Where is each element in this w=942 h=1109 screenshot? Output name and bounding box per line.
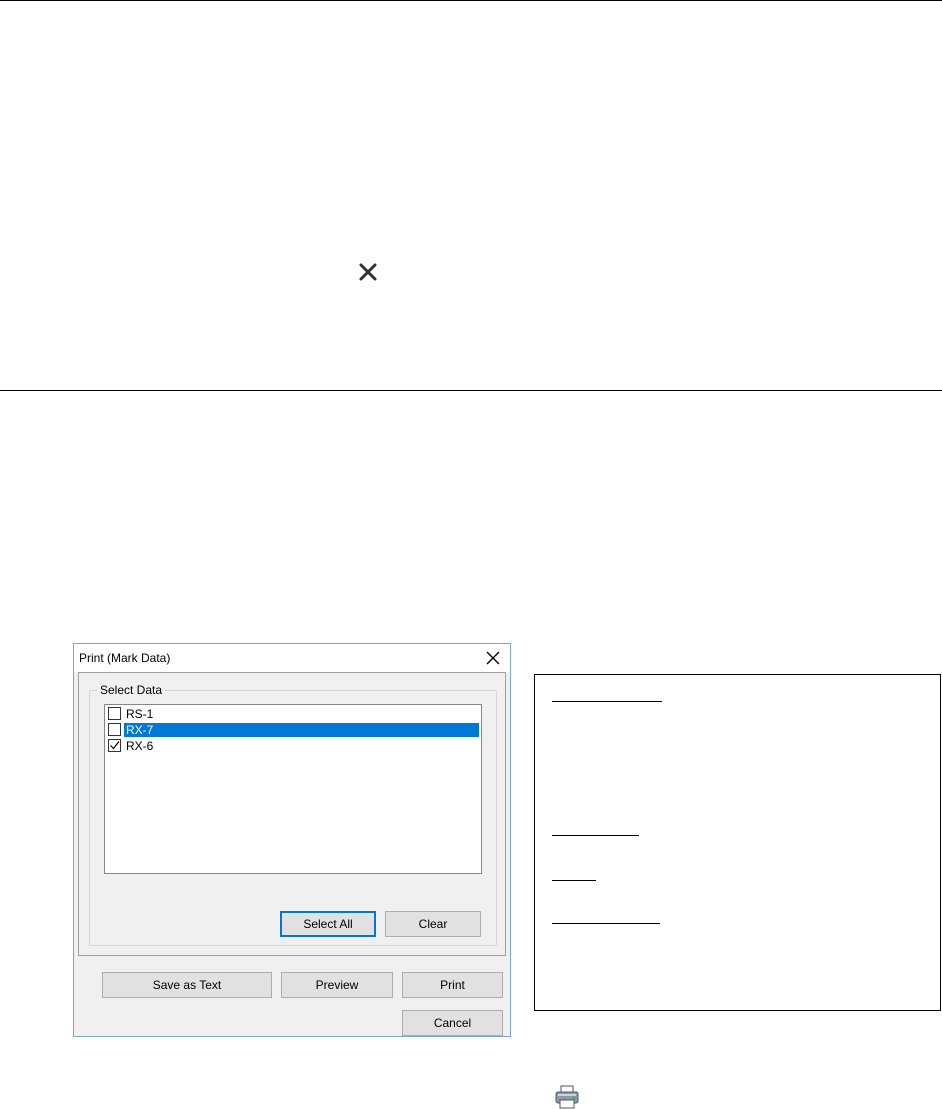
cancel-button[interactable]: Cancel <box>402 1010 503 1036</box>
checkbox-checked[interactable] <box>108 739 121 752</box>
data-listbox[interactable]: RS-1 RX-7 RX-6 <box>104 704 482 874</box>
checkbox[interactable] <box>108 707 121 720</box>
horizontal-rule-middle <box>0 390 942 391</box>
close-x-icon <box>359 263 377 281</box>
annotation-box <box>534 674 941 1011</box>
close-icon[interactable] <box>484 649 502 667</box>
annotation-underline <box>552 701 662 702</box>
dialog-title: Print (Mark Data) <box>79 651 171 665</box>
list-item-rx-7[interactable]: RX-7 <box>107 723 479 737</box>
print-button[interactable]: Print <box>402 972 503 998</box>
content-panel: Select Data RS-1 RX-7 RX-6 Select All Cl… <box>78 672 506 956</box>
annotation-underline <box>552 835 639 836</box>
checkmark-icon <box>110 741 120 750</box>
list-item-label: RX-6 <box>126 739 154 753</box>
list-item-rs-1[interactable]: RS-1 <box>107 707 479 721</box>
checkbox[interactable] <box>108 723 121 736</box>
list-item-label: RX-7 <box>124 723 479 737</box>
preview-button[interactable]: Preview <box>281 972 393 998</box>
print-mark-data-dialog: Print (Mark Data) Select Data RS-1 RX-7 <box>73 643 511 1037</box>
select-all-button[interactable]: Select All <box>280 911 376 937</box>
list-item-label: RS-1 <box>126 707 154 721</box>
list-item-rx-6[interactable]: RX-6 <box>107 739 479 753</box>
annotation-underline <box>552 923 660 924</box>
save-as-text-button[interactable]: Save as Text <box>102 972 272 998</box>
dialog-titlebar: Print (Mark Data) <box>74 644 510 672</box>
horizontal-rule-top <box>0 0 942 1</box>
annotation-underline <box>552 880 596 881</box>
clear-button[interactable]: Clear <box>385 911 481 937</box>
printer-icon <box>555 1085 579 1109</box>
select-data-label: Select Data <box>97 683 166 697</box>
